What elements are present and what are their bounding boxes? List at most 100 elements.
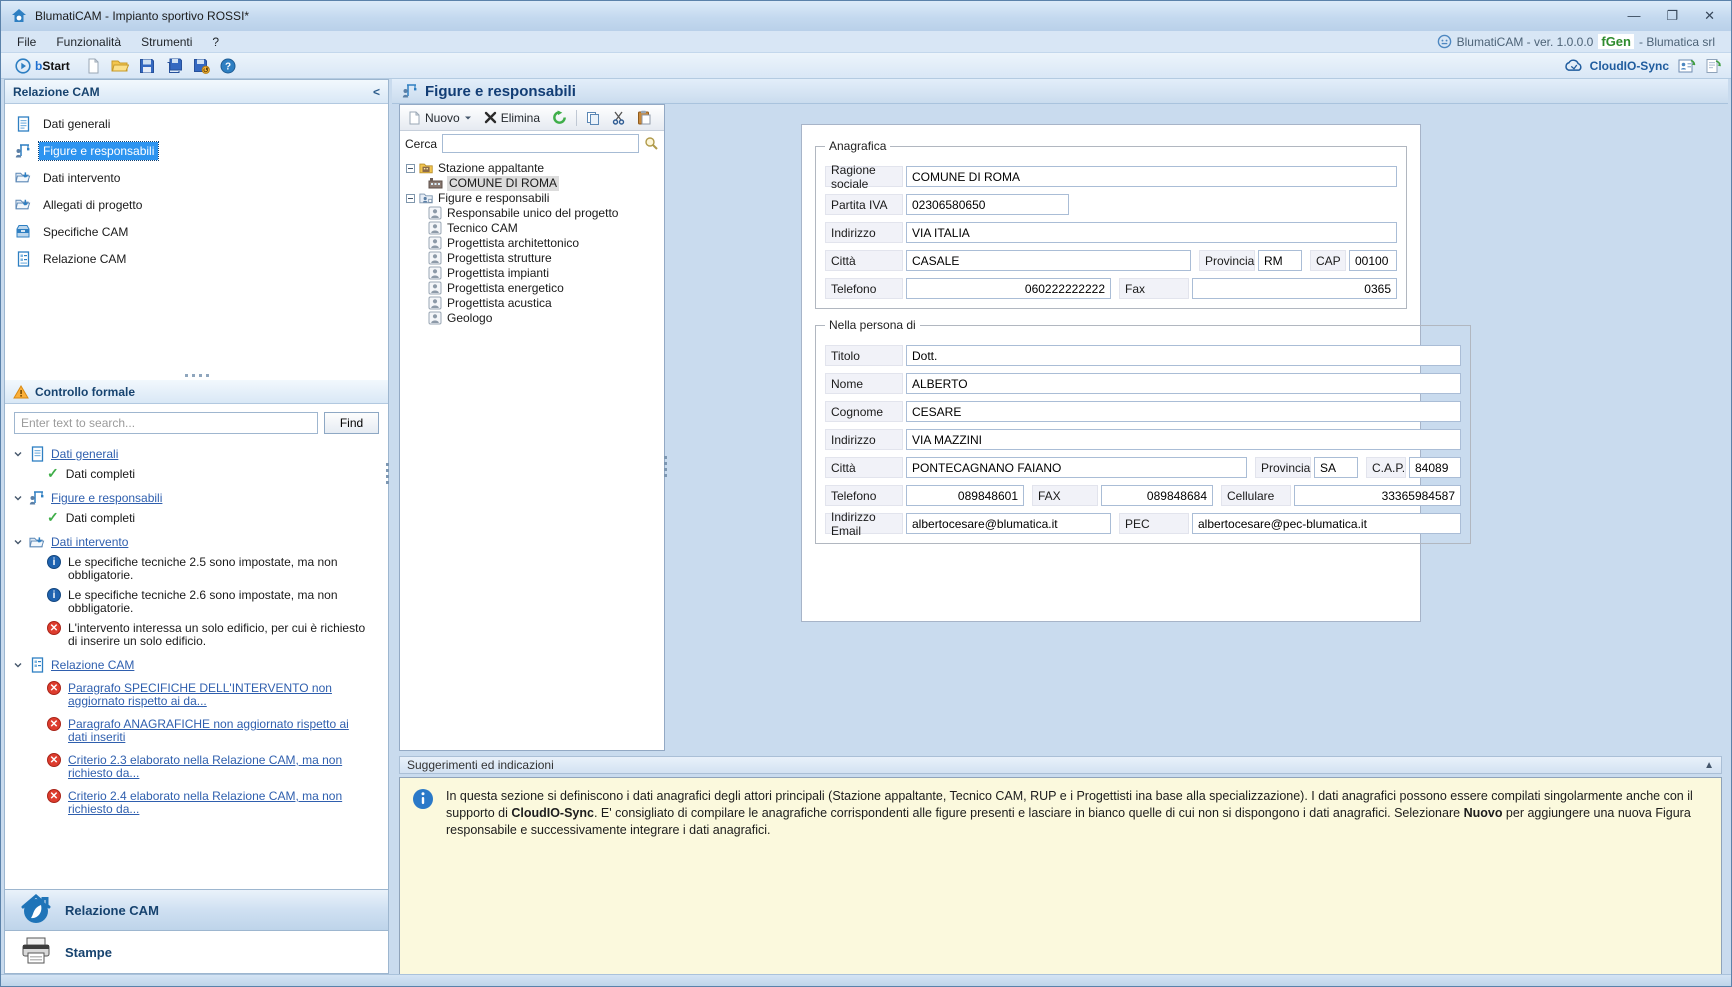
tree-node-figure[interactable]: Progettista energetico xyxy=(406,281,662,296)
field-label: Provincia xyxy=(1255,457,1311,478)
close-icon[interactable]: ✕ xyxy=(1704,8,1715,24)
tree-node-stazione-appaltante[interactable]: Stazione appaltante xyxy=(406,161,662,176)
controllo-tree: Dati generali ✓ Dati completi Figure e r… xyxy=(5,440,388,889)
sidebar-item-dati-intervento[interactable]: Dati intervento xyxy=(5,164,388,191)
cut-button[interactable] xyxy=(609,110,628,126)
report-icon xyxy=(15,251,31,267)
main-content: Nuovo Elimina xyxy=(392,104,1728,974)
citta-input[interactable] xyxy=(906,250,1191,271)
save-all-icon[interactable] xyxy=(165,56,184,75)
titolo-input[interactable] xyxy=(906,345,1461,366)
cellulare-input[interactable] xyxy=(1294,485,1461,506)
telefono-input[interactable] xyxy=(906,278,1111,299)
tree-splitter-grip[interactable] xyxy=(663,456,668,477)
restore-icon[interactable]: ❐ xyxy=(1666,8,1678,24)
horizontal-splitter[interactable] xyxy=(5,370,388,380)
field-label: Indirizzo Email xyxy=(825,513,903,534)
folder-arrow-icon xyxy=(15,170,31,186)
search-icon[interactable] xyxy=(644,136,659,151)
brand-suffix: - Blumatica srl xyxy=(1639,35,1715,49)
tree-node-figure-e-responsabili[interactable]: Figure e responsabili xyxy=(406,191,662,206)
find-button[interactable]: Find xyxy=(324,412,379,434)
persona-fax-input[interactable] xyxy=(1101,485,1213,506)
persona-cap-input[interactable] xyxy=(1409,457,1461,478)
sidebar-item-relazione-cam[interactable]: Relazione CAM xyxy=(5,245,388,272)
controllo-group-figure[interactable]: Figure e responsabili xyxy=(11,488,382,508)
elimina-button[interactable]: Elimina xyxy=(481,110,543,126)
menu-funzionalita[interactable]: Funzionalità xyxy=(46,33,131,51)
tree-node-figure[interactable]: Responsabile unico del progetto xyxy=(406,206,662,221)
tree-toolbar: Nuovo Elimina xyxy=(400,105,664,131)
collapse-node-icon[interactable] xyxy=(406,164,415,173)
gen-logo: fGen xyxy=(1598,34,1634,49)
cloudio-sync-button[interactable]: CloudIO-Sync xyxy=(1563,58,1669,73)
persona-citta-input[interactable] xyxy=(906,457,1247,478)
refresh-icon xyxy=(552,110,567,125)
new-doc-icon xyxy=(408,111,421,125)
help-icon[interactable]: ? xyxy=(219,56,238,75)
sidebar-item-allegati-di-progetto[interactable]: Allegati di progetto xyxy=(5,191,388,218)
new-file-icon[interactable] xyxy=(84,56,103,75)
save-as-icon[interactable]: ↺ xyxy=(192,56,211,75)
figures-tree-panel: Nuovo Elimina xyxy=(399,104,665,751)
collapse-sidebar-icon[interactable]: < xyxy=(373,85,380,99)
chevron-down-icon xyxy=(13,537,23,547)
sidebar-item-dati-generali[interactable]: Dati generali xyxy=(5,110,388,137)
tree-node-figure[interactable]: Progettista impianti xyxy=(406,266,662,281)
contact-sync-icon[interactable] xyxy=(1677,56,1696,75)
controllo-search-input[interactable] xyxy=(14,412,318,434)
person-icon xyxy=(428,281,443,296)
partita-iva-input[interactable] xyxy=(906,194,1069,215)
fax-input[interactable] xyxy=(1192,278,1397,299)
vertical-splitter-grip[interactable] xyxy=(385,463,390,484)
sidebar-item-figure-e-responsabili[interactable]: Figure e responsabili xyxy=(5,137,388,164)
cognome-input[interactable] xyxy=(906,401,1461,422)
tree-node-figure[interactable]: Tecnico CAM xyxy=(406,221,662,236)
report-sync-icon[interactable] xyxy=(1704,56,1723,75)
persona-indirizzo-input[interactable] xyxy=(906,429,1461,450)
bstart-button[interactable]: bStart xyxy=(9,57,76,75)
menu-strumenti[interactable]: Strumenti xyxy=(131,33,202,51)
folder-arrow-icon xyxy=(29,534,45,550)
menu-help[interactable]: ? xyxy=(202,33,229,51)
bottom-item-stampe[interactable]: Stampe xyxy=(5,931,388,973)
error-icon: ✕ xyxy=(47,681,61,695)
email-input[interactable] xyxy=(906,513,1111,534)
field-label: Città xyxy=(825,250,903,271)
menu-file[interactable]: File xyxy=(7,33,46,51)
controllo-item: ✕ Criterio 2.4 elaborato nella Relazione… xyxy=(11,783,382,819)
tree-node-comune-di-roma[interactable]: COMUNE DI ROMA xyxy=(406,176,662,191)
paste-button[interactable] xyxy=(634,109,654,126)
app-window: BlumatiCAM - Impianto sportivo ROSSI* — … xyxy=(0,0,1732,987)
provincia-input[interactable] xyxy=(1258,250,1302,271)
persona-provincia-input[interactable] xyxy=(1314,457,1358,478)
ragione-sociale-input[interactable] xyxy=(906,166,1397,187)
controllo-group-dati-generali[interactable]: Dati generali xyxy=(11,444,382,464)
field-label: Ragione sociale xyxy=(825,166,903,187)
minimize-icon[interactable]: — xyxy=(1627,8,1640,24)
refresh-button[interactable] xyxy=(549,109,570,126)
cap-input[interactable] xyxy=(1349,250,1397,271)
indirizzo-input[interactable] xyxy=(906,222,1397,243)
open-file-icon[interactable] xyxy=(111,56,130,75)
persona-telefono-input[interactable] xyxy=(906,485,1024,506)
pec-input[interactable] xyxy=(1192,513,1461,534)
tree-node-figure[interactable]: Geologo xyxy=(406,311,662,326)
nuovo-button[interactable]: Nuovo xyxy=(405,110,475,126)
main-pane: Figure e responsabili Nuovo Elimina xyxy=(392,79,1728,974)
collapse-panel-icon[interactable]: ▲ xyxy=(1704,760,1714,771)
tree-node-figure[interactable]: Progettista acustica xyxy=(406,296,662,311)
sidebar-item-specifiche-cam[interactable]: Specifiche CAM xyxy=(5,218,388,245)
bottom-item-relazione-cam[interactable]: Relazione CAM xyxy=(5,889,388,931)
collapse-node-icon[interactable] xyxy=(406,194,415,203)
person-icon xyxy=(428,221,443,236)
tree-node-figure[interactable]: Progettista architettonico xyxy=(406,236,662,251)
save-icon[interactable] xyxy=(138,56,157,75)
cerca-input[interactable] xyxy=(442,134,639,153)
copy-button[interactable] xyxy=(583,110,603,126)
controllo-group-dati-intervento[interactable]: Dati intervento xyxy=(11,532,382,552)
tree-node-figure[interactable]: Progettista strutture xyxy=(406,251,662,266)
controllo-group-relazione-cam[interactable]: Relazione CAM xyxy=(11,655,382,675)
nome-input[interactable] xyxy=(906,373,1461,394)
folder-person-icon xyxy=(419,191,434,206)
